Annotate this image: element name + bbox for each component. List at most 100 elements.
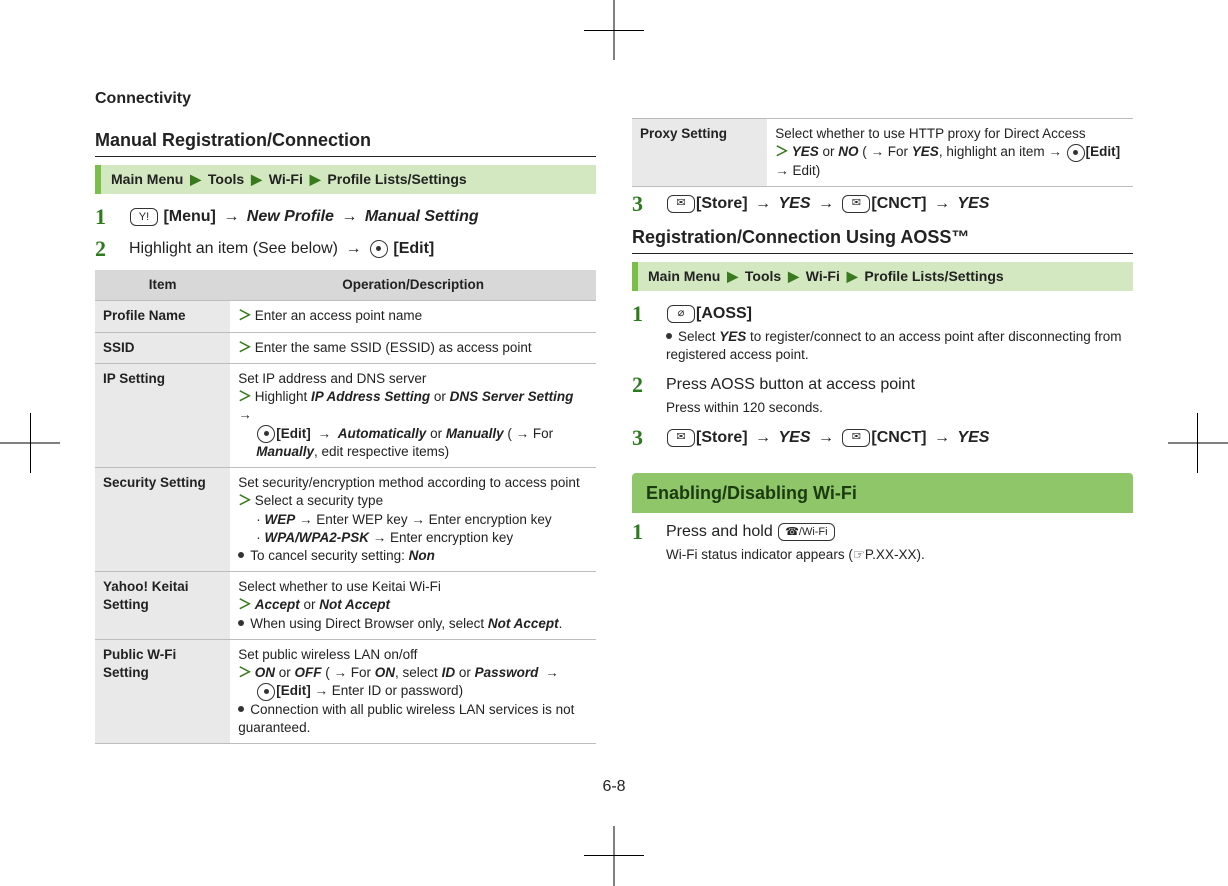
t: ( → For: [322, 665, 375, 680]
t: Connection with all public wireless LAN …: [238, 702, 574, 735]
arrow-icon: →: [818, 195, 834, 212]
arrow-icon: →: [314, 426, 335, 441]
desc-line: Select whether to use HTTP proxy for Dir…: [775, 125, 1125, 143]
item-cell: Security Setting: [95, 468, 230, 572]
y-key-icon: Y!: [130, 208, 158, 226]
center-key-icon: [1067, 144, 1085, 162]
item-cell: Proxy Setting: [632, 119, 767, 186]
desc-line: ＞YES or NO ( → For YES, highlight an ite…: [775, 143, 1125, 180]
item-cell: Public W-Fi Setting: [95, 639, 230, 743]
th-item: Item: [95, 270, 230, 301]
desc-cell: ＞Enter the same SSID (ESSID) as access p…: [230, 332, 596, 363]
key-label: [Store]: [696, 429, 748, 446]
chevron-icon: ＞: [775, 144, 789, 159]
t: → Enter encryption key: [369, 530, 513, 545]
key-label: [CNCT]: [871, 195, 926, 212]
opt: Password: [475, 665, 539, 680]
aoss-step-1: 1 ⌀[AOSS] Select YES to register/connect…: [632, 303, 1133, 364]
desc-line: Set public wireless LAN on/off: [238, 646, 588, 664]
opt: OFF: [295, 665, 322, 680]
t: or: [275, 665, 295, 680]
row-profile-name: Profile Name ＞Enter an access point name: [95, 301, 596, 332]
page-content: Connectivity Manual Registration/Connect…: [95, 90, 1133, 796]
desc-line: · WEP → Enter WEP key → Enter encryption…: [238, 511, 588, 529]
arrow-icon: →: [223, 208, 239, 225]
arrow-icon: →: [341, 208, 357, 225]
triangle-icon: ▶: [788, 268, 799, 284]
page-number: 6-8: [95, 778, 1133, 796]
row-security: Security Setting Set security/encryption…: [95, 468, 596, 572]
nav-seg: Tools: [745, 268, 781, 284]
section-title-aoss: Registration/Connection Using AOSS™: [632, 225, 1133, 254]
desc-line: ＞ON or OFF ( → For ON, select ID or Pass…: [238, 664, 588, 682]
section-band-enabling: Enabling/Disabling Wi-Fi: [632, 473, 1133, 513]
desc-line: · WPA/WPA2-PSK → Enter encryption key: [238, 529, 588, 547]
right-column: Proxy Setting Select whether to use HTTP…: [632, 118, 1133, 764]
center-key-icon: [370, 240, 388, 258]
step-body: Press AOSS button at access point Press …: [666, 374, 1133, 417]
desc-line: [Edit] → Enter ID or password): [238, 682, 588, 700]
t: or: [300, 597, 320, 612]
item-cell: SSID: [95, 332, 230, 363]
row-proxy: Proxy Setting Select whether to use HTTP…: [632, 119, 1133, 186]
chevron-icon: ＞: [238, 340, 252, 355]
running-head: Connectivity: [95, 90, 1133, 108]
opt: YES: [778, 195, 810, 212]
opt: Automatically: [338, 426, 427, 441]
item-cell: IP Setting: [95, 363, 230, 467]
desc-line: Set security/encryption method according…: [238, 474, 588, 492]
opt: YES: [957, 429, 989, 446]
steps-manual-cont: 3 ✉[Store] → YES → ✉[CNCT] → YES: [632, 193, 1133, 215]
desc-cell: Set IP address and DNS server ＞Highlight…: [230, 363, 596, 467]
sub-note: Select YES to register/connect to an acc…: [666, 328, 1133, 364]
opt: YES: [957, 195, 989, 212]
t: ( → For: [504, 426, 554, 441]
two-columns: Manual Registration/Connection Main Menu…: [95, 118, 1133, 764]
opt: DNS Server Setting: [450, 389, 574, 404]
desc-line: Set IP address and DNS server: [238, 370, 588, 388]
proxy-table: Proxy Setting Select whether to use HTTP…: [632, 118, 1133, 187]
step-text: Press AOSS button at access point: [666, 376, 915, 393]
t: or: [430, 389, 450, 404]
opt: IP Address Setting: [311, 389, 430, 404]
row-ip: IP Setting Set IP address and DNS server…: [95, 363, 596, 467]
desc-line: To cancel security setting: Non: [238, 547, 588, 565]
desc-line: ＞Highlight IP Address Setting or DNS Ser…: [238, 388, 588, 424]
desc-cell: Set public wireless LAN on/off ＞ON or OF…: [230, 639, 596, 743]
step-body: Press and hold ☎/Wi-Fi Wi-Fi status indi…: [666, 521, 1133, 564]
enable-step-1: 1 Press and hold ☎/Wi-Fi Wi-Fi status in…: [632, 521, 1133, 564]
section-title-manual: Manual Registration/Connection: [95, 128, 596, 157]
desc-line: [Edit] → Automatically or Manually ( → F…: [238, 425, 588, 462]
table-header-row: Item Operation/Description: [95, 270, 596, 301]
step-text: Highlight an item (See below): [129, 240, 338, 257]
chevron-icon: ＞: [238, 308, 252, 323]
desc-line: Connection with all public wireless LAN …: [238, 701, 588, 737]
t: or: [426, 426, 446, 441]
bullet-icon: [238, 620, 244, 626]
bullet-icon: [666, 333, 672, 339]
key-label: [Edit]: [276, 683, 311, 698]
center-key-icon: [257, 425, 275, 443]
opt: ON: [375, 665, 395, 680]
th-op: Operation/Description: [230, 270, 596, 301]
bullet-icon: [238, 706, 244, 712]
step-number: 1: [632, 521, 654, 543]
t: → Enter WEP key → Enter encryption key: [295, 512, 551, 527]
step-number: 2: [95, 238, 117, 260]
opt: Accept: [255, 597, 300, 612]
steps-manual: 1 Y! [Menu] → New Profile → Manual Setti…: [95, 206, 596, 260]
opt: ID: [442, 665, 456, 680]
chevron-icon: ＞: [238, 493, 252, 508]
t: To cancel security setting:: [250, 548, 408, 563]
step-number: 1: [95, 206, 117, 228]
settings-table: Item Operation/Description Profile Name …: [95, 270, 596, 744]
opt: YES: [912, 144, 939, 159]
aoss-step-2: 2 Press AOSS button at access point Pres…: [632, 374, 1133, 417]
t: ( → For: [859, 144, 912, 159]
t: , select: [395, 665, 442, 680]
desc-text: Enter an access point name: [255, 308, 422, 323]
opt: Not Accept: [488, 616, 559, 631]
t: P.XX-XX).: [865, 547, 925, 562]
key-label: [CNCT]: [871, 429, 926, 446]
triangle-icon: ▶: [727, 268, 738, 284]
